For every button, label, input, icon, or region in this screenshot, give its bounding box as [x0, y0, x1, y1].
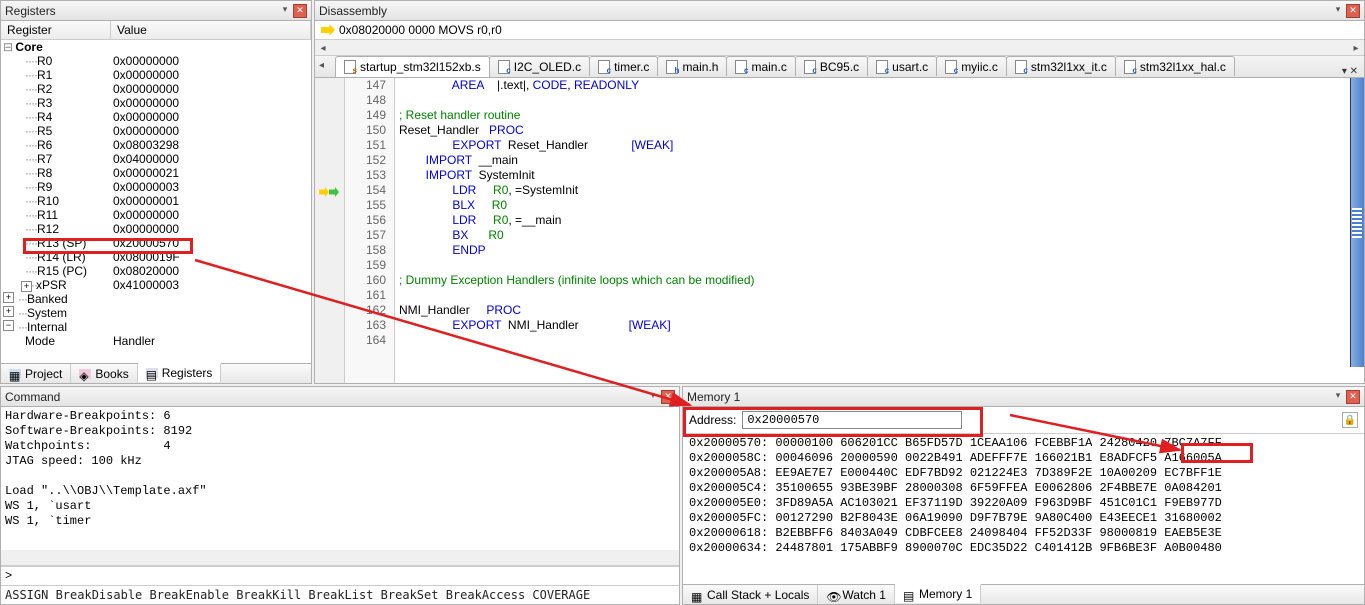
file-tab[interactable]: usart.c: [867, 56, 937, 76]
memory-dump[interactable]: 0x20000570: 00000100 606201CC B65FD57D 1…: [683, 434, 1364, 584]
memory-titlebar[interactable]: Memory 1 ▾ ✕: [683, 387, 1364, 407]
file-tab[interactable]: stm32l1xx_hal.c: [1115, 56, 1235, 76]
tabstrip-prev-icon[interactable]: ◂: [319, 60, 324, 71]
file-tab[interactable]: timer.c: [589, 56, 658, 76]
memory-title: Memory 1: [687, 390, 1332, 404]
close-icon[interactable]: ✕: [293, 4, 307, 18]
registers-tabstrip: ▦Project ◈Books ▤Registers: [1, 363, 311, 383]
memory-pane: Memory 1 ▾ ✕ Address: 🔒 0x20000570: 0000…: [682, 386, 1365, 605]
pin-icon[interactable]: ▾: [1332, 390, 1344, 402]
disassembly-titlebar[interactable]: Disassembly ▾ ✕: [315, 1, 1364, 21]
pin-icon[interactable]: ▾: [647, 390, 659, 402]
current-pc-arrow-icon: [321, 24, 335, 36]
scroll-right-icon[interactable]: ▸: [1348, 40, 1364, 56]
registers-titlebar[interactable]: Registers ▾ ✕: [1, 1, 311, 21]
command-output[interactable]: Hardware-Breakpoints: 6 Software-Breakpo…: [1, 407, 679, 550]
disassembly-current: 0x08020000 0000 MOVS r0,r0: [315, 21, 1364, 40]
file-tab[interactable]: BC95.c: [795, 56, 868, 76]
register-row[interactable]: ····R40x00000000: [1, 110, 311, 124]
file-tab[interactable]: main.c: [726, 56, 795, 76]
file-tab[interactable]: stm32l1xx_it.c: [1006, 56, 1116, 76]
register-row[interactable]: ····R00x00000000: [1, 54, 311, 68]
tab-watch[interactable]: 👁Watch 1: [818, 585, 895, 604]
register-row[interactable]: ····R100x00000001: [1, 194, 311, 208]
close-icon[interactable]: ✕: [1346, 4, 1360, 18]
register-row[interactable]: ····+xPSR0x41000003: [1, 278, 311, 292]
command-pane: Command ▾ ✕ Hardware-Breakpoints: 6 Soft…: [0, 386, 680, 605]
register-row[interactable]: ····R80x00000021: [1, 166, 311, 180]
cmd-hscroll[interactable]: [1, 550, 679, 566]
file-icon: [1124, 60, 1136, 74]
banked-group[interactable]: +···Banked: [1, 292, 311, 306]
file-tab[interactable]: startup_stm32l152xb.s: [335, 56, 490, 77]
col-value[interactable]: Value: [111, 21, 311, 39]
disassembly-pane: Disassembly ▾ ✕ 0x08020000 0000 MOVS r0,…: [314, 0, 1365, 384]
command-input-row: [1, 566, 679, 585]
close-icon[interactable]: ✕: [1346, 390, 1360, 404]
bottom-row: Command ▾ ✕ Hardware-Breakpoints: 6 Soft…: [0, 386, 1365, 605]
value-highlight: [1181, 443, 1253, 463]
tab-callstack[interactable]: ▦Call Stack + Locals: [683, 585, 818, 604]
tabstrip-menu-icon[interactable]: ▾ ✕: [1342, 66, 1358, 77]
address-highlight: [683, 407, 983, 437]
register-row[interactable]: ····R30x00000000: [1, 96, 311, 110]
register-row[interactable]: ····R15 (PC)0x08020000: [1, 264, 311, 278]
pin-icon[interactable]: ▾: [279, 4, 291, 16]
file-tabstrip: ◂ startup_stm32l152xb.sI2C_OLED.ctimer.c…: [315, 56, 1364, 78]
file-icon: [666, 60, 678, 74]
file-icon: [1015, 60, 1027, 74]
file-icon: [876, 60, 888, 74]
tab-registers[interactable]: ▤Registers: [138, 363, 222, 382]
command-title: Command: [5, 390, 647, 404]
file-icon: [344, 60, 356, 74]
breakpoint-gutter[interactable]: [315, 78, 345, 383]
scroll-left-icon[interactable]: ◂: [315, 40, 331, 56]
close-icon[interactable]: ✕: [661, 390, 675, 404]
code-text[interactable]: AREA |.text|, CODE, READONLY; Reset hand…: [395, 78, 1364, 383]
file-tab[interactable]: I2C_OLED.c: [489, 56, 590, 76]
registers-tree[interactable]: ⊟ Core ····R00x00000000····R10x00000000·…: [1, 40, 311, 363]
registers-header: Register Value: [1, 21, 311, 40]
register-row[interactable]: ····R70x04000000: [1, 152, 311, 166]
disassembly-title: Disassembly: [319, 4, 1332, 18]
file-icon: [945, 60, 957, 74]
registers-pane: Registers ▾ ✕ Register Value ⊟ Core ····…: [0, 0, 312, 384]
internal-group[interactable]: −···Internal: [1, 320, 311, 334]
file-icon: [804, 60, 816, 74]
vertical-scrollbar[interactable]: [1350, 78, 1364, 367]
tab-project[interactable]: ▦Project: [1, 364, 71, 383]
mode-row[interactable]: ModeHandler: [1, 334, 311, 348]
core-group[interactable]: ⊟ Core: [1, 40, 311, 54]
tab-books[interactable]: ◈Books: [71, 364, 137, 383]
file-tab[interactable]: main.h: [657, 56, 727, 76]
system-group[interactable]: +···System: [1, 306, 311, 320]
execution-marker-icon: [319, 186, 341, 200]
col-register[interactable]: Register: [1, 21, 111, 39]
register-row[interactable]: ····R10x00000000: [1, 68, 311, 82]
code-editor[interactable]: 1471481491501511521531541551561571581591…: [315, 78, 1364, 383]
registers-title: Registers: [5, 4, 279, 18]
register-row[interactable]: ····R110x00000000: [1, 208, 311, 222]
command-input[interactable]: [5, 569, 675, 583]
register-row[interactable]: ····R50x00000000: [1, 124, 311, 138]
register-row[interactable]: ····R60x08003298: [1, 138, 311, 152]
register-row[interactable]: ····R20x00000000: [1, 82, 311, 96]
line-numbers: 1471481491501511521531541551561571581591…: [345, 78, 395, 383]
tab-memory[interactable]: ▤Memory 1: [895, 584, 981, 603]
register-row[interactable]: ····R90x00000003: [1, 180, 311, 194]
memory-tabstrip: ▦Call Stack + Locals 👁Watch 1 ▤Memory 1: [683, 584, 1364, 604]
file-tab[interactable]: myiic.c: [936, 56, 1007, 76]
file-icon: [498, 60, 510, 74]
file-icon: [598, 60, 610, 74]
register-row[interactable]: ····R120x00000000: [1, 222, 311, 236]
disasm-hscroll[interactable]: ◂ ▸: [315, 40, 1364, 56]
lock-icon[interactable]: 🔒: [1342, 412, 1358, 428]
pin-icon[interactable]: ▾: [1332, 4, 1344, 16]
file-icon: [735, 60, 747, 74]
command-titlebar[interactable]: Command ▾ ✕: [1, 387, 679, 407]
r13-highlight: [23, 238, 193, 254]
command-hint: ASSIGN BreakDisable BreakEnable BreakKil…: [1, 585, 679, 604]
